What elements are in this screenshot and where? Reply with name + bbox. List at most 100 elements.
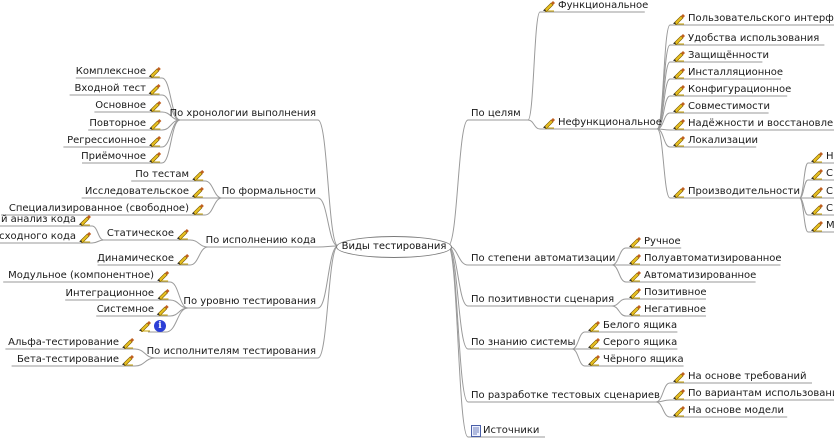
node-right-0-1-8-4[interactable]: М [810, 220, 834, 232]
pencil-broom-icon [139, 321, 151, 332]
pencil-broom-icon [629, 288, 641, 299]
node-right-1-1[interactable]: Полуавтоматизированное [628, 253, 782, 265]
node-left-2-0-0-label: й анализ кода [0, 214, 76, 225]
branch-left-4[interactable]: По исполнителям тестирования [147, 346, 316, 358]
pencil-broom-icon [673, 119, 685, 130]
pencil-broom-icon [629, 237, 641, 248]
node-right-0-1-8-2[interactable]: С [810, 186, 833, 198]
pencil-broom-icon [673, 389, 685, 400]
node-right-0-1-7[interactable]: Локализации [672, 135, 758, 147]
pencil-broom-icon [157, 289, 169, 300]
pencil-broom-icon [629, 271, 641, 282]
node-left-1-1-label: Исследовательское [84, 186, 189, 197]
node-left-3-1[interactable]: Интеграционное [66, 288, 171, 300]
node-right-4-0[interactable]: На основе требований [672, 371, 807, 383]
node-left-3-2-label: Системное [96, 304, 154, 315]
node-left-3-2[interactable]: Системное [97, 304, 170, 316]
node-left-0-4[interactable]: Регрессионное [67, 135, 162, 147]
node-right-3-1[interactable]: Серого ящика [587, 337, 677, 349]
pencil-broom-icon [157, 305, 169, 316]
node-right-1-0-label: Ручное [644, 236, 681, 247]
pencil-broom-icon [149, 101, 161, 112]
node-right-3-0[interactable]: Белого ящика [587, 320, 677, 332]
node-left-0-5-label: Приёмочное [81, 151, 146, 162]
pencil-broom-icon [629, 305, 641, 316]
node-right-0-1[interactable]: Нефункциональное [542, 117, 662, 129]
node-right-4-2[interactable]: На основе модели [672, 405, 784, 417]
branch-right-5-label: Источники [483, 425, 540, 436]
node-right-3-2[interactable]: Чёрного ящика [587, 354, 684, 366]
node-right-0-1-6[interactable]: Надёжности и восстановления [672, 118, 834, 130]
node-right-0-0[interactable]: Функциональное [542, 0, 648, 12]
edge-left-2-0-0 [91, 225, 104, 241]
branch-right-1[interactable]: По степени автоматизации [471, 253, 615, 265]
branch-right-0[interactable]: По целям [471, 108, 521, 120]
branch-left-1[interactable]: По формальности [222, 186, 316, 198]
node-left-3-0[interactable]: Модульное (компонентное) [8, 270, 170, 282]
node-right-0-1-7-label: Локализации [688, 135, 758, 146]
branch-left-2-label: По исполнению кода [205, 235, 316, 246]
node-right-0-1-0[interactable]: Пользовательского интерфейса [672, 13, 834, 25]
node-right-0-1-3[interactable]: Инсталляционное [672, 67, 783, 79]
node-right-0-1-8-1[interactable]: С [810, 168, 833, 180]
node-right-0-1-8-0[interactable]: Н [810, 151, 834, 163]
node-right-0-1-0-label: Пользовательского интерфейса [688, 13, 834, 24]
node-right-4-1[interactable]: По вариантам использования [672, 388, 834, 400]
node-left-0-0[interactable]: Комплексное [76, 66, 162, 78]
node-left-3-3[interactable]: i [136, 320, 166, 332]
node-right-0-1-1[interactable]: Удобства использования [672, 33, 819, 45]
node-right-0-1-4[interactable]: Конфигурационное [672, 84, 791, 96]
branch-right-4[interactable]: По разработке тестовых сценариев [471, 390, 660, 402]
edge-left-2-0-1 [91, 239, 104, 244]
node-right-2-1[interactable]: Негативное [628, 304, 706, 316]
node-left-0-1[interactable]: Входной тест [75, 83, 162, 95]
edge-center-left-1 [317, 197, 339, 247]
node-right-2-0[interactable]: Позитивное [628, 287, 706, 299]
node-right-1-0[interactable]: Ручное [628, 236, 681, 248]
node-left-2-1[interactable]: Динамическое [97, 253, 190, 265]
node-right-0-1-2[interactable]: Защищённости [672, 50, 769, 62]
node-left-2-0-1-label: сходного кода [0, 231, 76, 242]
node-left-4-0[interactable]: Альфа-тестирование [8, 337, 135, 349]
node-right-0-1-5[interactable]: Совместимости [672, 101, 770, 113]
edge-right-4-2 [655, 401, 671, 418]
node-left-2-0-1[interactable]: сходного кода [0, 231, 92, 243]
node-right-0-1-8[interactable]: Производительности [672, 186, 800, 198]
branch-right-2[interactable]: По позитивности сценария [471, 294, 614, 306]
branch-right-1-label: По степени автоматизации [471, 253, 616, 264]
pencil-broom-icon [79, 215, 91, 226]
pencil-broom-icon [157, 271, 169, 282]
pencil-broom-icon [811, 187, 823, 198]
node-left-2-0-0[interactable]: й анализ кода [1, 214, 92, 226]
node-right-4-0-label: На основе требований [688, 371, 807, 382]
node-left-1-0-label: По тестам [135, 169, 189, 180]
pencil-broom-icon [673, 51, 685, 62]
branch-right-5[interactable]: Источники [471, 425, 539, 437]
node-right-2-0-label: Позитивное [644, 287, 707, 298]
node-left-4-1[interactable]: Бета-тестирование [17, 354, 135, 366]
branch-left-3[interactable]: По уровню тестирования [183, 296, 316, 308]
branch-left-0[interactable]: По хронологии выполнения [170, 108, 316, 120]
pencil-broom-icon [79, 232, 91, 243]
node-right-1-2[interactable]: Автоматизированное [628, 270, 756, 282]
node-left-0-0-label: Комплексное [75, 66, 146, 77]
edge-center-right-4 [447, 245, 469, 403]
node-left-0-3[interactable]: Повторное [89, 118, 162, 130]
pencil-broom-icon [177, 254, 189, 265]
branch-left-4-label: По исполнителям тестирования [146, 346, 316, 357]
node-right-4-2-label: На основе модели [688, 405, 784, 416]
branch-right-3[interactable]: По знанию системы [471, 337, 575, 349]
node-left-0-3-label: Повторное [89, 118, 146, 129]
document-icon [471, 425, 481, 437]
node-right-0-1-8-3[interactable]: С [810, 203, 833, 215]
branch-left-2[interactable]: По исполнению кода [206, 235, 316, 247]
central-node[interactable]: Виды тестирования [336, 236, 452, 258]
node-left-1-1[interactable]: Исследовательское [85, 186, 205, 198]
pencil-broom-icon [673, 85, 685, 96]
pencil-broom-icon [588, 338, 600, 349]
node-left-2-0[interactable]: Статическое [107, 228, 190, 240]
node-left-1-0[interactable]: По тестам [135, 169, 205, 181]
node-left-0-5[interactable]: Приёмочное [81, 151, 162, 163]
pencil-broom-icon [149, 67, 161, 78]
node-left-0-2[interactable]: Основное [95, 100, 162, 112]
